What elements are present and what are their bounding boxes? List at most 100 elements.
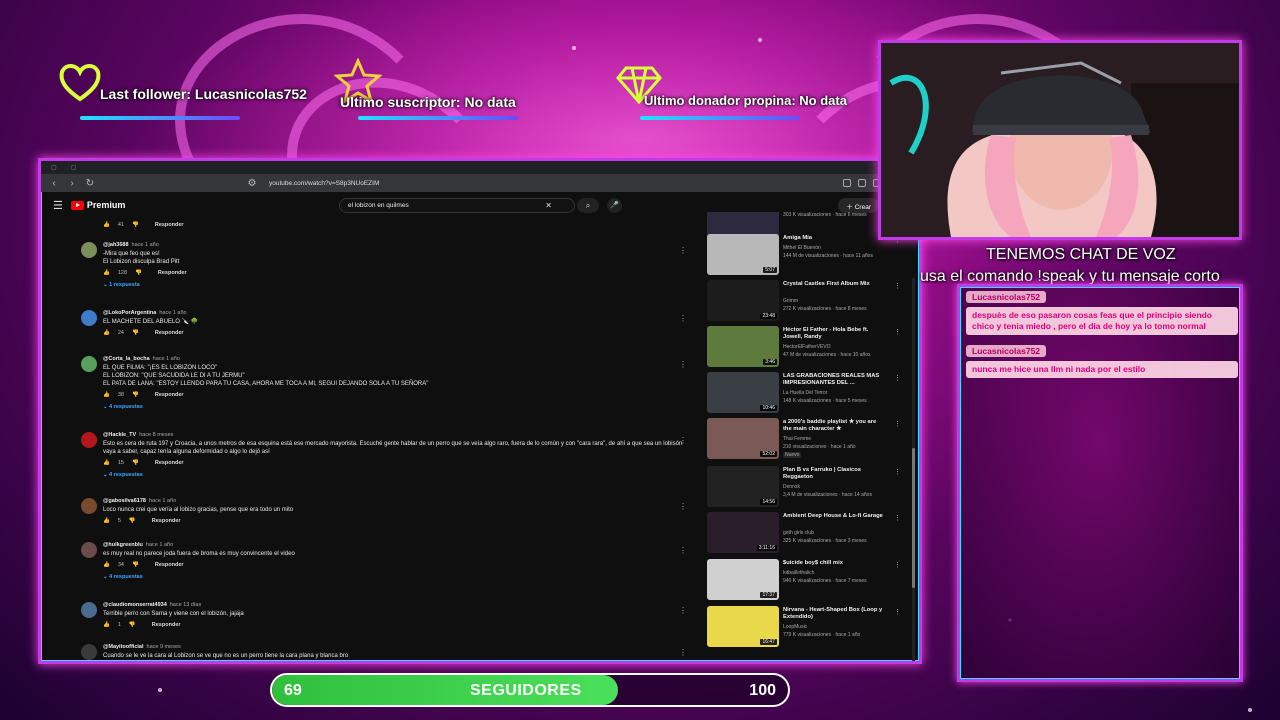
reply-button[interactable]: Responder [155, 392, 184, 398]
avatar[interactable] [81, 602, 97, 618]
reply-button[interactable]: Responder [152, 518, 181, 524]
avatar[interactable] [81, 498, 97, 514]
comment-author[interactable]: @jah3688 hace 1 año [103, 242, 683, 248]
comment-menu-icon[interactable]: ⋮ [679, 546, 687, 555]
search-button[interactable]: ⌕ [577, 198, 599, 213]
menu-icon[interactable]: ☰ [53, 199, 63, 212]
video-title[interactable]: Ambient Deep House & Lo-fi Garage [783, 513, 883, 520]
reply-button[interactable]: Responder [155, 222, 184, 228]
reply-button[interactable]: Responder [152, 622, 181, 628]
comment-author-name[interactable]: @gabosilva6178 [103, 498, 146, 504]
comment-author[interactable]: @claudiomonserrat4934 hace 13 días [103, 602, 683, 608]
dislike-icon[interactable]: 👎 [129, 518, 136, 524]
recommended-video[interactable]: 10:46 LAS GRABACIONES REALES MAS IMPRESIO… [707, 372, 907, 416]
video-title[interactable]: LAS GRABACIONES REALES MAS IMPRESIONANTE… [783, 373, 883, 387]
video-thumbnail[interactable]: 14:56 [707, 466, 779, 507]
comment-author-name[interactable]: @jah3688 [103, 242, 129, 248]
comment-author[interactable]: @Corta_la_bocha hace 1 año [103, 356, 683, 362]
tune-icon[interactable]: ⚙ [247, 178, 257, 189]
dislike-icon[interactable]: 👎 [132, 222, 139, 228]
channel-name[interactable]: LoopMusic [783, 624, 807, 630]
avatar[interactable] [81, 310, 97, 326]
video-title[interactable]: Plan B vs Farruko | Clasicos Reggaeton [783, 467, 883, 481]
comment-menu-icon[interactable]: ⋮ [679, 360, 687, 369]
like-icon[interactable]: 👍 [103, 562, 110, 568]
like-icon[interactable]: 👍 [103, 622, 110, 628]
video-title[interactable]: $uicide boy$ chill mix [783, 560, 883, 567]
youtube-logo[interactable]: Premium [70, 200, 125, 210]
video-menu-icon[interactable]: ⋮ [894, 561, 901, 569]
video-thumbnail[interactable]: 3:11:16 [707, 512, 779, 553]
comment-menu-icon[interactable]: ⋮ [679, 246, 687, 255]
view-replies-button[interactable]: ⌄ 4 respuestas [103, 574, 683, 580]
comment-menu-icon[interactable]: ⋮ [679, 502, 687, 511]
extension-icon[interactable] [858, 179, 866, 187]
dislike-icon[interactable]: 👎 [129, 622, 136, 628]
dislike-icon[interactable]: 👎 [132, 460, 139, 466]
scrollbar-thumb[interactable] [912, 448, 915, 588]
clear-search-icon[interactable]: ✕ [545, 201, 552, 210]
recommended-video[interactable]: 3:46 Héctor El Father - Hola Bebe ft. Jow… [707, 326, 907, 370]
dislike-icon[interactable]: 👎 [135, 270, 142, 276]
comment-menu-icon[interactable]: ⋮ [679, 436, 687, 445]
url-field[interactable]: youtube.com/watch?v=S8p3NUoEZIM [269, 180, 379, 187]
channel-name[interactable]: Mithel El Buenón [783, 245, 821, 251]
video-menu-icon[interactable]: ⋮ [894, 420, 901, 428]
video-thumbnail[interactable]: 16:47 [707, 606, 779, 647]
recommended-video[interactable]: 17:37 $uicide boy$ chill mix lotbaillothal… [707, 559, 907, 603]
video-menu-icon[interactable]: ⋮ [894, 468, 901, 476]
browser-tab[interactable]: ▢ [51, 164, 57, 171]
video-title[interactable]: a 2000's baddie playlist ★ you are the m… [783, 419, 883, 433]
comment-author-name[interactable]: @claudiomonserrat4934 [103, 602, 167, 608]
recommended-video[interactable]: 3:11:16 Ambient Deep House & Lo-fi Garage… [707, 512, 907, 556]
view-replies-button[interactable]: ⌄ 1 respuesta [103, 282, 683, 288]
like-icon[interactable]: 👍 [103, 518, 110, 524]
channel-name[interactable]: goth girls club [783, 530, 814, 536]
channel-name[interactable]: Thai Femme [783, 436, 811, 442]
channel-name[interactable]: La Huella Del Terror [783, 390, 827, 396]
forward-icon[interactable]: › [67, 178, 77, 189]
video-menu-icon[interactable]: ⋮ [894, 282, 901, 290]
avatar[interactable] [81, 432, 97, 448]
comment-menu-icon[interactable]: ⋮ [679, 314, 687, 323]
recommended-video[interactable]: 5:07 Amiga Mía Mithel El Buenón 144 M de vi… [707, 234, 907, 278]
reply-button[interactable]: Responder [158, 270, 187, 276]
reply-button[interactable]: Responder [155, 562, 184, 568]
video-title[interactable]: Crystal Castles First Album Mix [783, 281, 883, 288]
video-thumbnail[interactable]: 5:07 [707, 234, 779, 275]
comment-menu-icon[interactable]: ⋮ [679, 606, 687, 615]
back-icon[interactable]: ‹ [49, 178, 59, 189]
video-thumbnail[interactable]: 3:46 [707, 326, 779, 367]
comment-author[interactable]: @Mayitoofficial hace 9 meses [103, 644, 683, 650]
like-icon[interactable]: 👍 [103, 330, 110, 336]
comment-menu-icon[interactable]: ⋮ [679, 648, 687, 657]
view-replies-button[interactable]: ⌄ 4 respuestas [103, 404, 683, 410]
comment-author-name[interactable]: @Hackle_TV [103, 432, 136, 438]
avatar[interactable] [81, 356, 97, 372]
mic-icon[interactable]: 🎤 [607, 198, 622, 213]
video-title[interactable]: Héctor El Father - Hola Bebe ft. Jowell,… [783, 327, 883, 341]
comment-author[interactable]: @hulkgreenblu hace 1 año [103, 542, 683, 548]
dislike-icon[interactable]: 👎 [132, 562, 139, 568]
comment-author-name[interactable]: @LokoPorArgentina [103, 310, 156, 316]
video-menu-icon[interactable]: ⋮ [894, 608, 901, 616]
like-icon[interactable]: 👍 [103, 460, 110, 466]
channel-name[interactable]: HectorElFatherVEVO [783, 344, 831, 350]
dislike-icon[interactable]: 👎 [132, 392, 139, 398]
dislike-icon[interactable]: 👎 [132, 330, 139, 336]
view-replies-button[interactable]: ⌄ 4 respuestas [103, 472, 683, 478]
like-icon[interactable]: 👍 [103, 392, 110, 398]
recommended-video[interactable]: 14:56 Plan B vs Farruko | Clasicos Reggae… [707, 466, 907, 510]
search-input[interactable]: el lobizon en quilmes ✕ [339, 198, 575, 213]
video-menu-icon[interactable]: ⋮ [894, 514, 901, 522]
browser-tab[interactable]: ▢ [71, 164, 77, 171]
recommended-video[interactable]: 52:02 a 2000's baddie playlist ★ you are … [707, 418, 907, 462]
create-button[interactable]: ＋ Crear [838, 198, 879, 213]
channel-name[interactable]: Dennsk [783, 484, 800, 490]
channel-name[interactable]: Grimm [783, 298, 798, 304]
video-thumbnail[interactable]: 52:02 [707, 418, 779, 459]
like-icon[interactable]: 👍 [103, 270, 110, 276]
comment-author[interactable]: @Hackle_TV hace 8 meses [103, 432, 683, 438]
comment-author[interactable]: @gabosilva6178 hace 1 año [103, 498, 683, 504]
video-thumbnail[interactable]: 23:48 [707, 280, 779, 321]
